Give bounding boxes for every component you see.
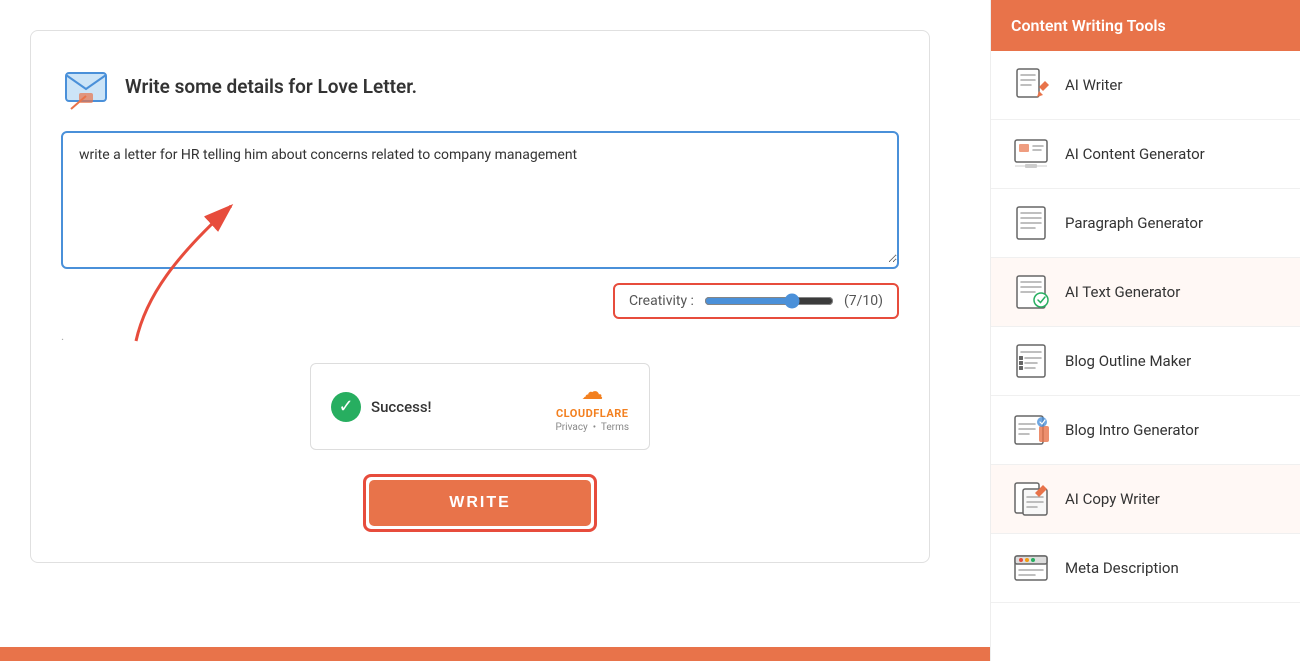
success-check-icon: ✓ xyxy=(331,392,361,422)
details-textarea[interactable]: write a letter for HR telling him about … xyxy=(63,133,897,263)
form-header: Write some details for Love Letter. xyxy=(61,61,899,111)
sidebar-item-label-paragraph-generator: Paragraph Generator xyxy=(1065,214,1203,232)
sidebar-item-ai-text-generator[interactable]: AI Text Generator xyxy=(991,258,1300,327)
sidebar-item-blog-outline-maker[interactable]: Blog Outline Maker xyxy=(991,327,1300,396)
blog-intro-generator-icon xyxy=(1011,410,1051,450)
sidebar-header: Content Writing Tools xyxy=(991,0,1300,51)
main-content: Write some details for Love Letter. writ… xyxy=(0,0,990,661)
form-card: Write some details for Love Letter. writ… xyxy=(30,30,930,563)
creativity-box: Creativity : (7/10) xyxy=(613,283,899,319)
ai-text-generator-icon xyxy=(1011,272,1051,312)
success-row: ✓ Success! xyxy=(331,392,432,422)
bottom-orange-bar xyxy=(0,647,990,661)
write-button[interactable]: WRITE xyxy=(369,480,591,526)
sidebar: Content Writing Tools AI Writer AI Conte… xyxy=(990,0,1300,661)
sidebar-item-meta-description[interactable]: Meta Description xyxy=(991,534,1300,603)
ai-copy-writer-icon xyxy=(1011,479,1051,519)
sidebar-item-label-blog-intro-generator: Blog Intro Generator xyxy=(1065,421,1199,439)
ai-writer-icon xyxy=(1011,65,1051,105)
ai-content-generator-icon xyxy=(1011,134,1051,174)
creativity-label: Creativity : xyxy=(629,293,694,309)
captcha-row: ✓ Success! ☁ CLOUDFLARE Privacy • Terms xyxy=(61,363,899,450)
creativity-slider[interactable] xyxy=(704,293,834,309)
meta-description-icon xyxy=(1011,548,1051,588)
cloudflare-links: Privacy • Terms xyxy=(555,422,629,433)
creativity-row: Creativity : (7/10) xyxy=(61,283,899,319)
creativity-value: (7/10) xyxy=(844,293,883,309)
sidebar-item-label-blog-outline-maker: Blog Outline Maker xyxy=(1065,352,1191,370)
sidebar-item-ai-copy-writer[interactable]: AI Copy Writer xyxy=(991,465,1300,534)
sidebar-item-label-meta-description: Meta Description xyxy=(1065,559,1179,577)
dot-label: . xyxy=(61,329,899,343)
sidebar-item-ai-content-generator[interactable]: AI Content Generator xyxy=(991,120,1300,189)
cloudflare-logo: CLOUDFLARE xyxy=(556,407,629,420)
write-button-outer: WRITE xyxy=(363,474,597,532)
textarea-wrapper: write a letter for HR telling him about … xyxy=(61,131,899,269)
sidebar-item-label-ai-copy-writer: AI Copy Writer xyxy=(1065,490,1160,508)
paragraph-generator-icon xyxy=(1011,203,1051,243)
envelope-icon xyxy=(61,61,111,111)
blog-outline-maker-icon xyxy=(1011,341,1051,381)
sidebar-item-blog-intro-generator[interactable]: Blog Intro Generator xyxy=(991,396,1300,465)
captcha-box: ✓ Success! ☁ CLOUDFLARE Privacy • Terms xyxy=(310,363,650,450)
sidebar-item-label-ai-content-generator: AI Content Generator xyxy=(1065,145,1205,163)
cloudflare-cloud-icon: ☁ xyxy=(581,380,603,405)
sidebar-item-ai-writer[interactable]: AI Writer xyxy=(991,51,1300,120)
success-text: Success! xyxy=(371,398,432,416)
write-btn-row: WRITE xyxy=(61,474,899,532)
form-title: Write some details for Love Letter. xyxy=(125,75,417,98)
cloudflare-block: ☁ CLOUDFLARE Privacy • Terms xyxy=(555,380,629,433)
sidebar-item-paragraph-generator[interactable]: Paragraph Generator xyxy=(991,189,1300,258)
sidebar-item-label-ai-writer: AI Writer xyxy=(1065,76,1122,94)
sidebar-item-label-ai-text-generator: AI Text Generator xyxy=(1065,283,1180,301)
